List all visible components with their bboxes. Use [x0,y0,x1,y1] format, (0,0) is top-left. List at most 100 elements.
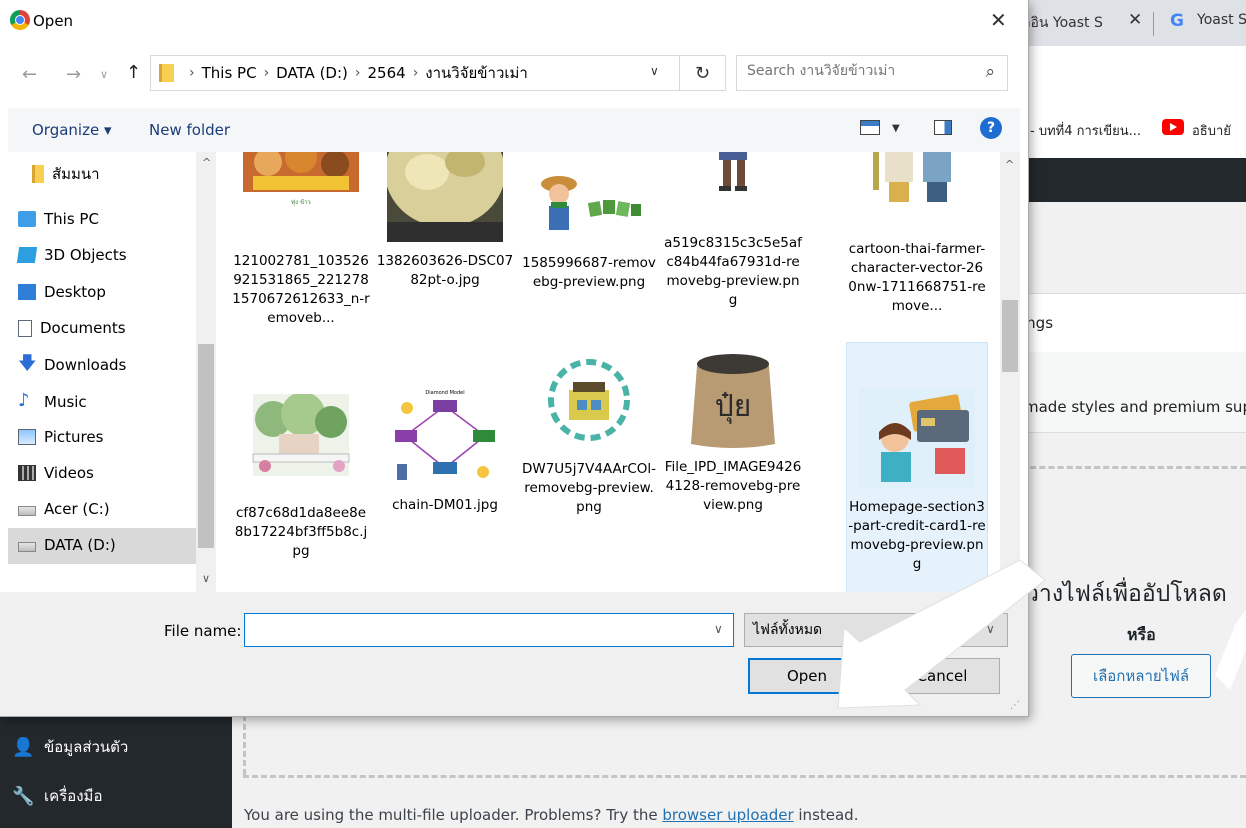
preview-pane-icon[interactable] [934,120,952,135]
rice-photo-thumbnail [387,152,503,242]
pictures-icon [18,429,36,445]
dropzone-border [243,775,1246,778]
chevron-down-icon[interactable]: ▼ [892,123,900,134]
file-item[interactable]: DW7U5j7V4AArCOl-removebg-preview.png [520,350,658,517]
nav-item[interactable]: Documents [18,319,126,337]
file-item[interactable]: 1585996687-removebg-preview.png [520,152,658,292]
bookmark-item[interactable]: อธิบายั [1192,120,1231,141]
nav-item[interactable]: ♪ Music [18,392,87,412]
farmer-couple-thumbnail [859,152,975,230]
credit-card-woman-thumbnail [859,388,975,488]
file-name: Homepage-section3-part-credit-card1-remo… [848,499,986,572]
nav-item[interactable]: Videos [18,464,94,482]
breadcrumb-item[interactable]: DATA (D:) [276,64,348,82]
download-icon: 🡇 [18,353,37,374]
scroll-up-arrow[interactable]: ^ [202,156,211,169]
chevron-down-icon[interactable]: ∨ [986,622,995,636]
breadcrumb[interactable]: › This PC › DATA (D:) › 2564 › งานวิจัยข… [150,55,680,91]
video-icon [18,465,36,481]
select-files-button[interactable]: เลือกหลายไฟล์ [1071,654,1211,698]
nav-item[interactable]: 3D Objects [16,246,127,264]
farmer-walking-thumbnail [675,152,791,224]
file-name-field[interactable] [244,613,734,647]
recent-chevron-icon[interactable]: ∨ [100,68,108,81]
file-scrollbar[interactable] [1000,152,1020,592]
open-button[interactable]: Open [748,658,866,694]
file-scroll-thumb[interactable] [1002,300,1018,372]
bookmark-item[interactable]: - บทที่4 การเขียน... [1030,120,1141,141]
dialog-footer [0,592,1028,716]
file-type-select[interactable]: ไฟล์ทั้งหมด [744,613,1008,647]
desktop-icon [18,284,36,300]
scroll-down-arrow[interactable]: ∨ [1005,572,1013,585]
nav-item-label: 3D Objects [44,246,127,264]
browser-tab-label[interactable]: Yoast S [1197,12,1246,28]
organize-button[interactable]: Organize ▾ [32,121,112,139]
wrench-icon: 🔧 [12,786,35,807]
sidebar-item-tools[interactable]: 🔧 เครื่องมือ [12,784,102,808]
sidebar-item-label: เครื่องมือ [44,787,103,805]
browser-tab-label[interactable]: ก็อิน Yoast S [1022,12,1103,34]
browser-uploader-link[interactable]: browser uploader [662,806,793,824]
file-item[interactable]: Diamond Model chain-DM01.jpg [376,352,514,515]
svg-text:Diamond Model: Diamond Model [425,390,464,396]
scroll-up-arrow[interactable]: ^ [1005,158,1014,171]
forward-arrow-icon[interactable]: → [66,64,81,85]
nav-item[interactable]: This PC [18,210,99,228]
nav-item[interactable]: 🡇 Downloads [18,355,126,375]
chevron-down-icon[interactable]: ∨ [650,64,659,78]
sidebar-item-profile[interactable]: 👤 ข้อมูลส่วนตัว [12,735,128,759]
chrome-icon [10,10,30,30]
svg-text:ทุ่ง ข้าว: ทุ่ง ข้าว [291,199,311,206]
file-name-input[interactable] [245,614,697,644]
file-name: a519c8315c3c5e5afc84b44fa67931d-removebg… [664,235,802,308]
file-item[interactable]: ปุ๋ย File_IPD_IMAGE94264128-removebg-prev… [664,348,802,515]
file-item[interactable]: cartoon-thai-farmer-character-vector-260… [848,152,986,316]
help-icon[interactable]: ? [980,117,1002,139]
cube-icon [16,247,38,263]
search-icon[interactable]: ⌕ [985,62,995,82]
nav-item-label: Downloads [44,356,127,374]
file-item[interactable]: Homepage-section3-part-credit-card1-remo… [848,352,986,574]
file-name: 121002781_103526921531865_22127815706726… [232,253,370,326]
nav-item[interactable]: DATA (D:) [18,536,116,554]
dropzone-border [1012,466,1246,469]
up-arrow-icon[interactable]: ↑ [126,62,141,83]
file-item[interactable]: ทุ่ง ข้าว 121002781_103526921531865_22127… [232,152,370,328]
file-name: cf87c68d1da8ee8e8b17224bf3ff5b8c.jpg [234,505,368,559]
close-icon[interactable]: ✕ [990,8,1007,32]
breadcrumb-item[interactable]: 2564 [368,64,406,82]
scroll-down-arrow[interactable]: ∨ [202,572,210,585]
user-icon: 👤 [12,737,35,758]
nav-item[interactable]: Acer (C:) [18,500,110,518]
nav-item-label: Acer (C:) [44,500,110,518]
back-arrow-icon[interactable]: ← [22,64,37,85]
breadcrumb-item[interactable]: This PC [202,64,257,82]
music-icon: ♪ [18,390,30,411]
refresh-icon: ↻ [694,62,711,84]
new-folder-button[interactable]: New folder [149,121,230,139]
search-input[interactable] [747,63,967,79]
nav-item[interactable]: Desktop [18,283,106,301]
chevron-down-icon[interactable]: ∨ [714,622,723,636]
breadcrumb-item[interactable]: งานวิจัยข้าวเม่า [425,61,528,85]
nav-item-label: Music [44,393,87,411]
drive-icon [18,506,36,516]
file-item[interactable]: 1382603626-DSC0782pt-o.jpg [376,152,514,290]
youtube-icon [1162,119,1184,135]
drop-files-text: วางไฟล์เพื่ออัปโหลด [1026,581,1227,607]
refresh-button[interactable]: ↻ [680,55,726,91]
file-name: cartoon-thai-farmer-character-vector-260… [848,241,986,314]
nav-scroll-thumb[interactable] [198,344,214,548]
file-item[interactable]: a519c8315c3c5e5afc84b44fa67931d-removebg… [664,152,802,310]
view-options-icon[interactable] [860,120,880,135]
nav-item[interactable]: Pictures [18,428,103,446]
document-icon [18,319,32,337]
cancel-button[interactable]: Cancel [884,658,1000,694]
folder-icon [159,64,174,82]
resize-grip-icon[interactable]: ⋰ [1010,700,1020,711]
file-item[interactable]: cf87c68d1da8ee8e8b17224bf3ff5b8c.jpg [232,352,370,561]
close-icon[interactable]: ✕ [1128,10,1142,30]
nav-item[interactable]: สัมมนา [32,162,100,186]
fertilizer-sack-thumbnail: ปุ๋ย [675,348,791,448]
